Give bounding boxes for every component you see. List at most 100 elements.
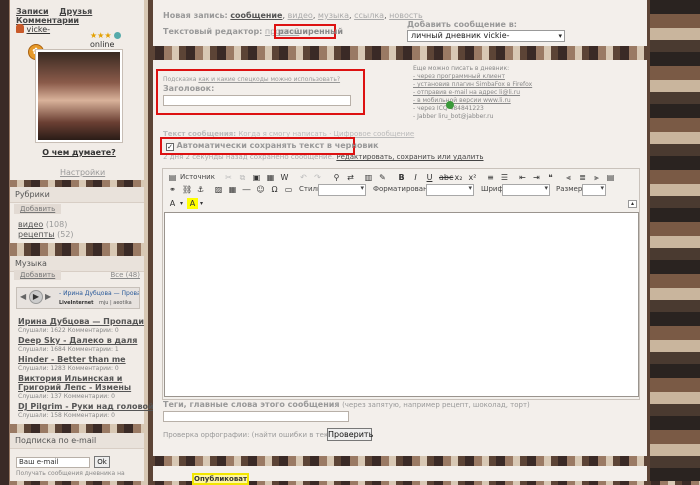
- align-center-icon[interactable]: ≣: [577, 172, 588, 183]
- source-button[interactable]: Источник: [180, 173, 215, 181]
- source-icon[interactable]: ▤: [167, 172, 178, 183]
- type-music[interactable]: музыка: [318, 11, 349, 20]
- ways-title: Еще можно писать в дневник:: [413, 65, 510, 72]
- track-item[interactable]: Ирина Дубцова — Пропади Слушали: 1622 Ко…: [18, 317, 144, 335]
- image-icon[interactable]: ▨: [213, 184, 224, 195]
- draft-restore-link[interactable]: Редактировать, сохранить или удалить: [336, 153, 483, 161]
- track-item[interactable]: Deep Sky - Далеко в даля Слушали: 1684 К…: [18, 336, 142, 354]
- subscribe-ok-button[interactable]: Ok: [94, 456, 110, 468]
- paste-icon[interactable]: ▣: [251, 172, 262, 183]
- font-select[interactable]: [502, 184, 550, 196]
- title-hint-link[interactable]: как и какие спецкоды можно использовать?: [198, 76, 340, 83]
- hr-icon[interactable]: ―: [241, 184, 252, 195]
- blockquote-icon[interactable]: ❝: [545, 172, 556, 183]
- ways-item[interactable]: - через программный клиент: [413, 73, 532, 81]
- title-label: Заголовок:: [163, 84, 215, 93]
- player-brand: LiveInternet: [59, 300, 94, 306]
- align-right-icon[interactable]: ⫸: [591, 172, 602, 183]
- bold-icon[interactable]: B: [396, 172, 407, 183]
- underline-icon[interactable]: U: [424, 172, 435, 183]
- think-link[interactable]: О чем думаете?: [24, 148, 134, 157]
- table-icon[interactable]: ▦: [227, 184, 238, 195]
- remove-format-icon[interactable]: ✎: [377, 172, 388, 183]
- toolbar-row-3: A ▾ A ▾ ▴: [163, 197, 638, 211]
- outdent-icon[interactable]: ⇤: [517, 172, 528, 183]
- music-add-link[interactable]: Добавить: [14, 270, 62, 280]
- spell-check-button[interactable]: Проверить: [327, 428, 373, 441]
- cut-icon[interactable]: ✂: [223, 172, 234, 183]
- music-all-link[interactable]: Все (48): [110, 271, 140, 279]
- prev-icon[interactable]: ◀: [20, 292, 26, 301]
- indent-icon[interactable]: ⇥: [531, 172, 542, 183]
- italic-icon[interactable]: I: [410, 172, 421, 183]
- autosave-checkbox[interactable]: ✓: [166, 143, 174, 151]
- nav-friends[interactable]: Друзья: [59, 7, 92, 16]
- ways-item[interactable]: - в мобильной версии www.li.ru: [413, 97, 532, 105]
- autosave-row: ✓ Автоматически сохранять текст в чернов…: [166, 141, 379, 151]
- undo-icon[interactable]: ↶: [298, 172, 309, 183]
- type-message[interactable]: сообщение: [230, 11, 282, 20]
- ways-list: Еще можно писать в дневник: - через прог…: [413, 65, 532, 121]
- subscribe-email-input[interactable]: Ваш e-mail: [16, 457, 90, 468]
- music-player[interactable]: ◀ ▶ ▶ - Ирина Дубцова — Прова LiveIntern…: [16, 287, 140, 309]
- smiley-icon[interactable]: ☺: [255, 184, 266, 195]
- rubric-add-link[interactable]: Добавить: [14, 204, 62, 214]
- unlink-icon[interactable]: ⛓: [181, 184, 192, 195]
- type-news[interactable]: новость: [389, 11, 423, 20]
- next-icon[interactable]: ▶: [45, 292, 51, 301]
- style-select[interactable]: [318, 184, 366, 196]
- redo-icon[interactable]: ↷: [312, 172, 323, 183]
- type-link[interactable]: ссылка: [354, 11, 384, 20]
- add-to-select[interactable]: личный дневник vickie- ▾: [407, 30, 565, 42]
- find-icon[interactable]: ⚲: [331, 172, 342, 183]
- play-icon[interactable]: ▶: [29, 290, 43, 304]
- nav-notes[interactable]: Записи: [16, 7, 49, 16]
- editor-advanced-link[interactable]: расширенный: [278, 27, 343, 36]
- track-item[interactable]: Виктория Ильинская и Григорий Лепс - Изм…: [18, 374, 142, 401]
- settings-link[interactable]: Настройки: [60, 168, 105, 177]
- rating: ★★★ online: [90, 31, 144, 49]
- bullet-list-icon[interactable]: ☰: [499, 172, 510, 183]
- select-all-icon[interactable]: ▥: [363, 172, 374, 183]
- tags-input[interactable]: [163, 411, 349, 422]
- music-box: Музыка Добавить Все (48) ◀ ▶ ▶ - Ирина Д…: [10, 256, 154, 424]
- anchor-icon[interactable]: ⚓: [195, 184, 206, 195]
- subscript-icon[interactable]: x₂: [453, 172, 464, 183]
- ways-item[interactable]: - Jabber liru_bot@jabber.ru: [413, 113, 532, 121]
- avatar[interactable]: [36, 50, 122, 142]
- replace-icon[interactable]: ⇄: [345, 172, 356, 183]
- copy-icon[interactable]: ⧉: [237, 172, 248, 183]
- username-link[interactable]: vicke-: [27, 25, 51, 34]
- strike-icon[interactable]: abc: [438, 172, 453, 183]
- superscript-icon[interactable]: x²: [467, 172, 478, 183]
- editor-textarea[interactable]: [164, 212, 639, 397]
- rubric-item[interactable]: рецепты (52): [18, 230, 74, 240]
- special-char-icon[interactable]: Ω: [269, 184, 280, 195]
- paste-word-icon[interactable]: W: [279, 172, 290, 183]
- ways-item[interactable]: - установив плагин SimbaFox в Firefox: [413, 81, 532, 89]
- title-input[interactable]: [163, 95, 351, 106]
- page-break-icon[interactable]: ▭: [283, 184, 294, 195]
- track-list: Ирина Дубцова — Пропади Слушали: 1622 Ко…: [18, 317, 154, 420]
- numbered-list-icon[interactable]: ≡: [485, 172, 496, 183]
- ways-item[interactable]: - отправив e-mail на адрес li@li.ru: [413, 89, 532, 97]
- paste-text-icon[interactable]: ▦: [265, 172, 276, 183]
- text-color-dropdown-icon[interactable]: ▾: [176, 198, 187, 209]
- collapse-toolbar-icon[interactable]: ▴: [628, 200, 637, 208]
- align-justify-icon[interactable]: ▤: [605, 172, 616, 183]
- size-select[interactable]: [582, 184, 606, 196]
- autosave-label: Автоматически сохранять текст в черновик: [176, 141, 379, 150]
- track-item[interactable]: Hinder - Better than me Слушали: 1283 Ко…: [18, 355, 142, 373]
- track-item[interactable]: DJ Pilgrim - Руки над головой Слушали: 1…: [18, 402, 154, 420]
- rubric-item[interactable]: видео (108): [18, 220, 74, 230]
- format-select[interactable]: [426, 184, 474, 196]
- type-video[interactable]: видео: [288, 11, 313, 20]
- subscribe-desc: Получать сообщения дневника на: [16, 470, 125, 477]
- align-left-icon[interactable]: ⫷: [563, 172, 574, 183]
- rating-stars-icon: ★★★: [90, 31, 112, 40]
- bg-color-dropdown-icon[interactable]: ▾: [196, 198, 207, 209]
- rubric-list: видео (108) рецепты (52): [18, 220, 74, 240]
- publish-button[interactable]: Опубликовать: [192, 473, 249, 485]
- profile-box: Записи Друзья Комментарии vicke- ★★★ onl…: [10, 0, 144, 180]
- link-icon[interactable]: ⚭: [167, 184, 178, 195]
